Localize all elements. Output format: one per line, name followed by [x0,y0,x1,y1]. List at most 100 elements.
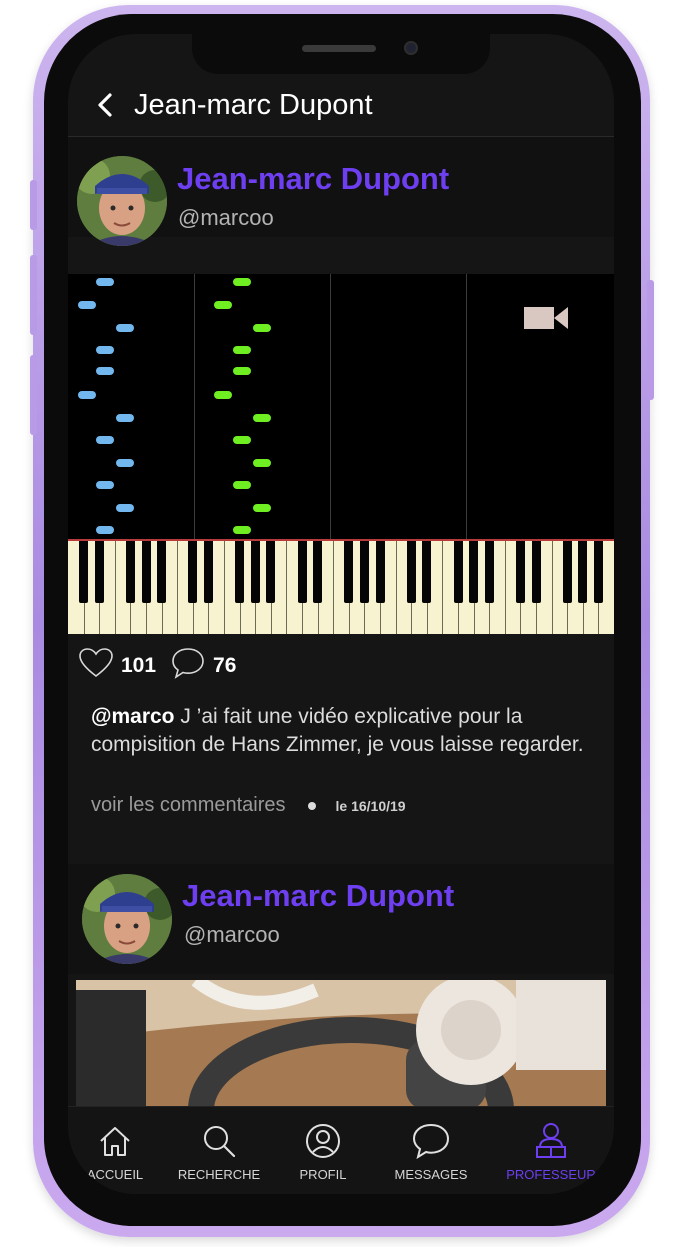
home-icon [95,1121,135,1161]
lane-divider [330,274,331,539]
black-key [313,541,323,603]
author-handle[interactable]: @marcoo [178,205,274,231]
black-key [593,541,603,603]
post-header: Jean-marc Dupont @marcoo [68,137,614,246]
post-date: le 16/10/19 [335,797,406,814]
post-header: Jean-marc Dupont @marcoo [68,864,614,974]
note-blue [96,481,114,489]
black-key [422,541,432,603]
black-key [578,541,588,603]
note-blue [78,301,96,309]
black-key [562,541,572,603]
comment-icon[interactable] [170,646,206,686]
tab-label: RECHERCHE [177,1167,261,1182]
power-button [647,280,654,400]
author-name[interactable]: Jean-marc Dupont [177,161,449,197]
white-key-divider [395,541,397,634]
white-key-divider [224,541,225,634]
black-key [125,541,135,603]
note-green [253,459,271,467]
note-blue [96,346,114,354]
like-count: 101 [121,654,157,677]
app-screen: Jean-marc Dupont Jean-marc Dupont @marco… [68,34,614,1194]
black-key [531,541,541,603]
lane-divider [194,274,195,539]
avatar[interactable] [82,874,172,964]
note-blue [96,436,114,444]
bottom-tab-bar: ACCUEIL RECHERCHE PROFIL MESSAGES PROFES… [68,1106,614,1194]
chat-bubble-icon [411,1121,451,1161]
note-green [253,414,271,422]
volume-up-button [30,255,37,335]
heart-icon[interactable] [78,647,114,685]
author-name[interactable]: Jean-marc Dupont [182,878,454,914]
note-green [233,346,251,354]
post-photo[interactable] [76,980,606,1110]
page-title: Jean-marc Dupont [134,88,373,121]
tab-profil[interactable]: PROFIL [268,1107,378,1194]
tab-label: ACCUEIL [86,1167,144,1182]
black-key [484,541,494,603]
black-key [250,541,260,603]
post-actions: 101 76 [78,646,250,686]
note-green [233,526,251,534]
white-key-divider [442,541,444,634]
tab-messages[interactable]: MESSAGES [376,1107,486,1194]
note-green [253,504,271,512]
note-green [233,436,251,444]
tab-label: PROFESSEUR [506,1167,596,1182]
separator-dot [307,801,316,810]
user-icon [303,1121,343,1161]
note-blue [116,504,134,512]
note-blue [78,391,96,399]
post-meta: voir les commentaires le 16/10/19 [91,794,406,817]
front-camera [404,41,418,55]
silent-switch [30,180,37,230]
tab-recherche[interactable]: RECHERCHE [164,1107,274,1194]
black-key [188,541,198,603]
white-key-divider [551,541,553,634]
notch [192,34,490,74]
lane-divider [466,274,467,539]
black-key [235,541,245,603]
black-key [266,541,276,603]
search-icon [199,1121,239,1161]
piano-keyboard [68,539,614,634]
black-key [94,541,104,603]
black-key [515,541,525,603]
note-green [233,367,251,375]
tab-label: PROFIL [299,1167,347,1182]
speaker-grille [302,45,376,52]
author-handle[interactable]: @marcoo [184,922,280,948]
black-key [469,541,479,603]
black-key [359,541,369,603]
white-key-divider [286,541,288,634]
avatar[interactable] [77,156,167,246]
see-comments-link[interactable]: voir les commentaires [91,794,286,817]
teacher-icon [531,1121,571,1161]
black-key [157,541,167,603]
black-key [344,541,354,603]
black-key [297,541,307,603]
black-key [203,541,213,603]
white-key-divider [504,541,506,634]
video-camera-icon [524,304,568,337]
chevron-left-icon[interactable] [90,90,120,120]
white-key-divider [177,541,179,634]
note-blue [96,367,114,375]
tab-professeur[interactable]: PROFESSEUR [496,1107,606,1194]
top-bar: Jean-marc Dupont [68,74,614,137]
tab-accueil[interactable]: ACCUEIL [68,1107,170,1194]
tab-label: MESSAGES [394,1167,468,1182]
note-green [214,391,232,399]
note-green [214,301,232,309]
note-green [233,278,251,286]
black-key [141,541,151,603]
black-key [406,541,416,603]
note-green [233,481,251,489]
post-video[interactable] [68,274,614,634]
black-key [79,541,89,603]
black-key [375,541,385,603]
caption-username[interactable]: @marco [91,705,175,728]
black-key [453,541,463,603]
